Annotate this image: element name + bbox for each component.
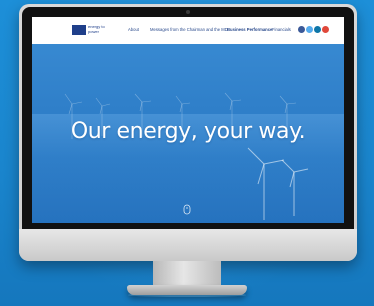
monitor-stand-neck <box>153 261 221 287</box>
logo-mark <box>72 25 86 35</box>
site-header: energy to power About Messages from the … <box>32 17 344 44</box>
imac-monitor: energy to power About Messages from the … <box>19 4 357 261</box>
monitor-screen: energy to power About Messages from the … <box>32 17 344 223</box>
linkedin-icon[interactable] <box>314 26 321 33</box>
nav-item-business-performance[interactable]: Business Performance <box>227 27 272 33</box>
hero-headline: Our energy, your way. <box>70 119 306 144</box>
hero-section: Our energy, your way. <box>32 44 344 223</box>
monitor-bezel: energy to power About Messages from the … <box>22 7 354 229</box>
mouse-scroll-icon[interactable] <box>183 204 191 216</box>
facebook-icon[interactable] <box>298 26 305 33</box>
monitor-stand-foot <box>127 285 247 295</box>
twitter-icon[interactable] <box>306 26 313 33</box>
camera-icon <box>186 10 190 14</box>
nav-item-about[interactable]: About <box>128 27 139 33</box>
nav-item-financials[interactable]: Financials <box>272 27 291 33</box>
monitor-chin <box>19 229 357 261</box>
site-logo[interactable]: energy to power <box>72 24 112 38</box>
logo-text: energy to power <box>88 24 105 34</box>
nav-item-messages[interactable]: Messages from the Chairman and the MD <box>150 27 228 33</box>
youtube-icon[interactable] <box>322 26 329 33</box>
